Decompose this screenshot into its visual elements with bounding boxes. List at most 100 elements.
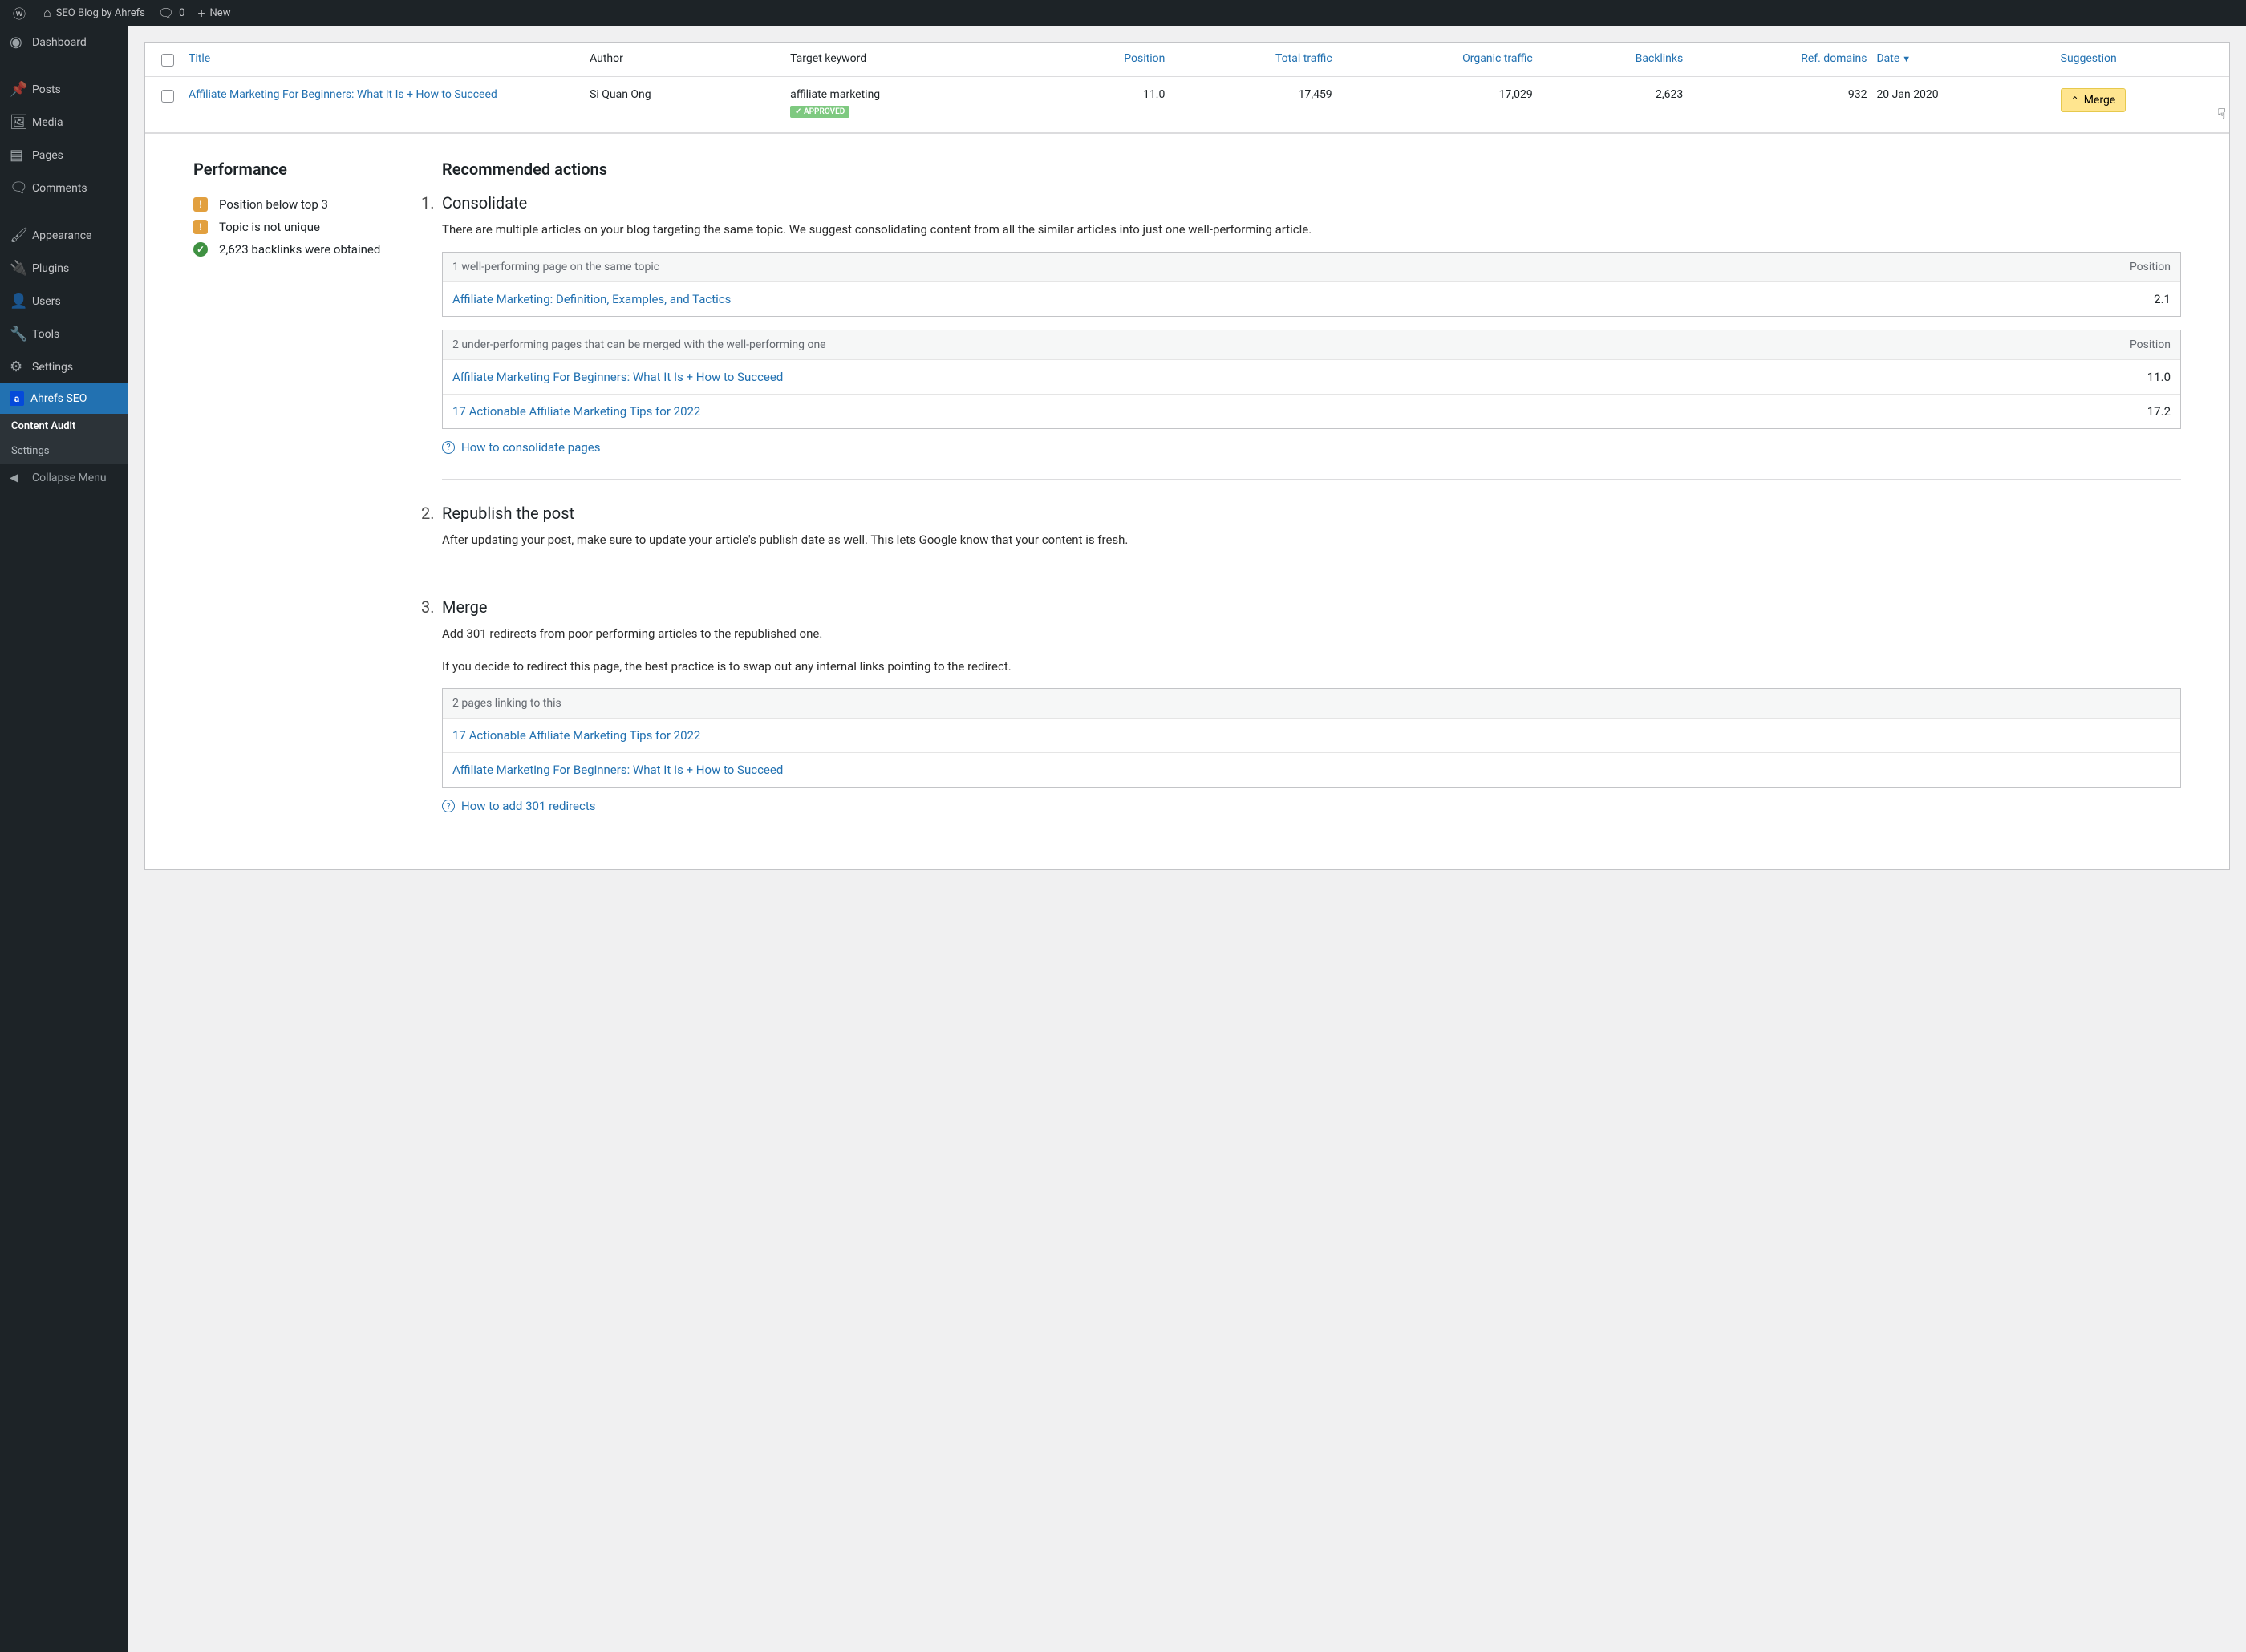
perf-item: ✓2,623 backlinks were obtained — [193, 238, 418, 261]
under-performing-box: 2 under-performing pages that can be mer… — [442, 330, 2181, 429]
submenu-settings[interactable]: Settings — [0, 439, 128, 464]
action-republish: 2. Republish the post After updating you… — [442, 504, 2181, 549]
table-row: Affiliate Marketing For Beginners: What … — [145, 77, 2229, 133]
col-author: Author — [585, 52, 785, 65]
cell-ref-domains: 932 — [1688, 88, 1871, 101]
help-consolidate[interactable]: ?How to consolidate pages — [442, 440, 600, 455]
help-icon: ? — [442, 800, 455, 812]
col-target-keyword: Target keyword — [785, 52, 1020, 65]
action-merge: 3. Merge Add 301 redirects from poor per… — [442, 597, 2181, 813]
action-title: Consolidate — [442, 193, 2181, 213]
cell-date: 20 Jan 2020 — [1871, 88, 2055, 101]
site-home-link[interactable]: ⌂ SEO Blog by Ahrefs — [37, 0, 152, 26]
col-date[interactable]: Date▼ — [1871, 52, 2055, 65]
sidebar-item-plugins[interactable]: 🔌Plugins — [0, 252, 128, 285]
table-header-row: Title Author Target keyword Position Tot… — [145, 43, 2229, 77]
col-ref-domains[interactable]: Ref. domains — [1688, 52, 1871, 65]
cell-title[interactable]: Affiliate Marketing For Beginners: What … — [184, 88, 585, 101]
page-link[interactable]: Affiliate Marketing: Definition, Example… — [452, 292, 731, 306]
page-link[interactable]: 17 Actionable Affiliate Marketing Tips f… — [452, 728, 700, 743]
sidebar-item-comments[interactable]: 🗨Comments — [0, 172, 128, 204]
action-desc: After updating your post, make sure to u… — [442, 531, 2181, 549]
sidebar-submenu: Content Audit Settings — [0, 414, 128, 464]
sidebar-item-appearance[interactable]: 🖌Appearance — [0, 219, 128, 252]
brush-icon: 🖌 — [10, 227, 26, 244]
chevron-up-icon: ⌃ — [2071, 95, 2079, 106]
wrench-icon: 🔧 — [10, 326, 26, 342]
col-backlinks[interactable]: Backlinks — [1538, 52, 1689, 65]
approved-badge: ✓ APPROVED — [790, 106, 849, 118]
new-content-link[interactable]: + New — [191, 0, 237, 26]
keyword-link[interactable]: affiliate marketing — [790, 88, 880, 101]
action-desc: There are multiple articles on your blog… — [442, 221, 2181, 239]
cell-keyword: affiliate marketing ✓ APPROVED — [785, 88, 1020, 118]
box-row: 17 Actionable Affiliate Marketing Tips f… — [443, 394, 2180, 428]
action-desc: If you decide to redirect this page, the… — [442, 658, 2181, 676]
col-suggestion[interactable]: Suggestion — [2056, 52, 2223, 65]
page-link[interactable]: Affiliate Marketing For Beginners: What … — [452, 370, 783, 384]
pin-icon: 📌 — [10, 81, 26, 98]
warn-icon: ! — [193, 220, 208, 234]
sidebar-item-posts[interactable]: 📌Posts — [0, 73, 128, 106]
page-link[interactable]: 17 Actionable Affiliate Marketing Tips f… — [452, 404, 700, 419]
performance-heading: Performance — [193, 160, 418, 179]
actions-heading: Recommended actions — [442, 160, 2181, 179]
site-name: SEO Blog by Ahrefs — [56, 7, 145, 19]
audit-table: Title Author Target keyword Position Tot… — [144, 42, 2230, 870]
select-all-checkbox[interactable] — [161, 54, 174, 67]
box-row: Affiliate Marketing For Beginners: What … — [443, 359, 2180, 394]
help-redirects[interactable]: ?How to add 301 redirects — [442, 799, 596, 813]
collapse-icon: ◀ — [10, 472, 26, 484]
col-position[interactable]: Position — [1020, 52, 1170, 65]
sidebar-item-users[interactable]: 👤Users — [0, 285, 128, 318]
collapse-menu[interactable]: ◀Collapse Menu — [0, 464, 128, 492]
ahrefs-icon: a — [10, 391, 24, 406]
col-total-traffic[interactable]: Total traffic — [1170, 52, 1336, 65]
sidebar-item-ahrefs[interactable]: aAhrefs SEO — [0, 383, 128, 414]
col-organic-traffic[interactable]: Organic traffic — [1337, 52, 1538, 65]
col-title[interactable]: Title — [184, 52, 585, 65]
admin-sidebar: ◉Dashboard 📌Posts 🖼Media ▤Pages 🗨Comment… — [0, 26, 128, 1652]
row-detail-panel: Performance !Position below top 3 !Topic… — [145, 133, 2229, 869]
media-icon: 🖼 — [10, 114, 26, 131]
submenu-content-audit[interactable]: Content Audit — [0, 414, 128, 439]
cell-position: 11.0 — [1020, 88, 1170, 101]
cell-total-traffic: 17,459 — [1170, 88, 1336, 101]
wp-logo[interactable]: ⓦ — [6, 0, 37, 26]
perf-item: !Topic is not unique — [193, 216, 418, 238]
sidebar-item-tools[interactable]: 🔧Tools — [0, 318, 128, 350]
performance-panel: Performance !Position below top 3 !Topic… — [193, 160, 418, 837]
cell-organic-traffic: 17,029 — [1337, 88, 1538, 101]
sidebar-item-media[interactable]: 🖼Media — [0, 106, 128, 139]
page-icon: ▤ — [10, 147, 26, 164]
cell-author: Si Quan Ong — [585, 88, 785, 101]
comments-link[interactable]: 🗨 0 — [152, 0, 192, 26]
sidebar-item-settings[interactable]: ⚙Settings — [0, 350, 128, 383]
perf-item: !Position below top 3 — [193, 193, 418, 216]
action-number: 2. — [421, 504, 435, 523]
sort-desc-icon: ▼ — [1902, 54, 1911, 64]
sidebar-item-pages[interactable]: ▤Pages — [0, 139, 128, 172]
action-number: 1. — [421, 193, 435, 213]
check-icon: ✓ — [193, 242, 208, 257]
well-performing-box: 1 well-performing page on the same topic… — [442, 252, 2181, 317]
action-title: Merge — [442, 597, 2181, 617]
new-label: New — [210, 7, 231, 19]
admin-topbar: ⓦ ⌂ SEO Blog by Ahrefs 🗨 0 + New — [0, 0, 2246, 26]
action-number: 3. — [421, 597, 435, 617]
box-row: Affiliate Marketing For Beginners: What … — [443, 752, 2180, 787]
dashboard-icon: ◉ — [10, 34, 26, 51]
box-row: 17 Actionable Affiliate Marketing Tips f… — [443, 718, 2180, 752]
wordpress-icon: ⓦ — [13, 3, 26, 22]
sliders-icon: ⚙ — [10, 358, 26, 375]
page-link[interactable]: Affiliate Marketing For Beginners: What … — [452, 763, 783, 777]
cell-backlinks: 2,623 — [1538, 88, 1689, 101]
main-content: Title Author Target keyword Position Tot… — [128, 26, 2246, 886]
row-checkbox[interactable] — [161, 90, 174, 103]
actions-panel: Recommended actions 1. Consolidate There… — [442, 160, 2181, 837]
sidebar-item-dashboard[interactable]: ◉Dashboard — [0, 26, 128, 59]
comment-icon: 🗨 — [158, 6, 174, 21]
cursor-icon: ☟ — [2217, 106, 2226, 123]
plus-icon: + — [197, 6, 205, 21]
merge-button[interactable]: ⌃ Merge — [2061, 88, 2126, 112]
